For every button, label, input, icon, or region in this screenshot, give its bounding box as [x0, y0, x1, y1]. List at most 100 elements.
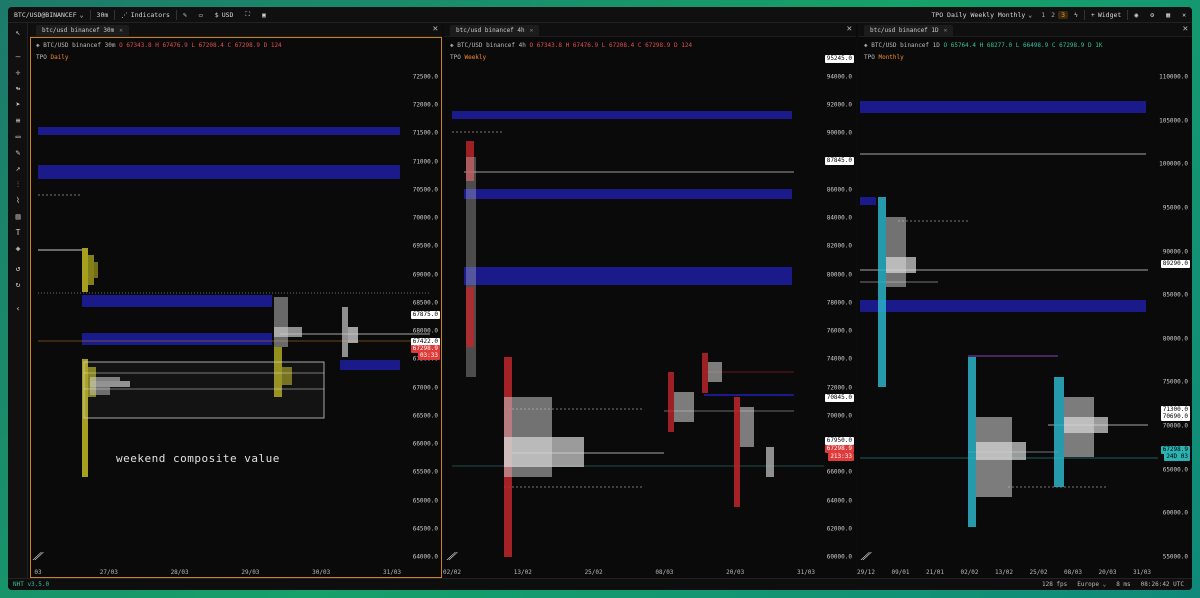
folder-button[interactable]: ▭: [193, 11, 209, 19]
layout-name: TPO Daily Weekly Monthly: [931, 10, 1026, 19]
y-tick-label: 90000.0: [1162, 248, 1188, 256]
close-icon[interactable]: ✕: [944, 27, 948, 34]
layout-2-button[interactable]: 2: [1048, 11, 1058, 19]
y-tick-label: 67000.0: [412, 384, 438, 392]
layout-selector[interactable]: TPO Daily Weekly Monthly ⌄: [925, 11, 1038, 19]
weekly-profile-4: [702, 353, 722, 393]
close-icon[interactable]: ✕: [119, 27, 123, 34]
layers-icon[interactable]: ◈: [12, 243, 24, 255]
undo-icon[interactable]: ↺: [12, 263, 24, 275]
panel-close-button[interactable]: ✕: [1183, 24, 1188, 34]
cursor-icon[interactable]: ↖: [12, 27, 24, 39]
y-tick-label: 75000.0: [1162, 378, 1188, 386]
text-icon[interactable]: T: [12, 227, 24, 239]
redo-icon[interactable]: ↻: [12, 279, 24, 291]
legend-ohlc: O 65764.4 H 68277.0 L 66498.9 C 67298.9 …: [943, 42, 1103, 49]
version-label: NHT v3.5.0: [13, 581, 50, 588]
arrow-icon[interactable]: ➤: [12, 99, 24, 111]
y-tick-label: 55000.0: [1162, 553, 1188, 561]
alerts-button[interactable]: ϟ: [1068, 11, 1084, 19]
save-button[interactable]: ▣: [256, 11, 272, 19]
value-area-band: [82, 333, 272, 345]
value-area-band: [464, 267, 792, 285]
y-tick-label: 76000.0: [826, 327, 852, 335]
legend-symbol: BTC/USD binancef 1D: [871, 42, 940, 49]
chart-canvas: [860, 101, 1158, 527]
annotation-text[interactable]: weekend composite value: [116, 452, 280, 465]
horizontal-line-icon[interactable]: —: [12, 51, 24, 63]
tab-btc-1d[interactable]: btc/usd binancef 1D ✕: [864, 25, 954, 36]
tab-label: btc/usd binancef 4h: [456, 27, 525, 34]
value-area-band: [340, 360, 400, 370]
cross-icon[interactable]: ✛: [12, 67, 24, 79]
x-tick-label: 20/03: [1098, 569, 1117, 576]
indicators-button[interactable]: ⋰ Indicators: [115, 11, 176, 19]
price-badge: 213:33: [828, 453, 854, 461]
layout-grid-button[interactable]: ▦: [1160, 11, 1176, 19]
price-badge: 24D 03: [1164, 453, 1190, 461]
price-badge: 70690.0: [1160, 413, 1190, 421]
add-widget-button[interactable]: + Widget: [1085, 11, 1127, 19]
x-tick-label: 29/12: [856, 569, 876, 576]
panel-close-button[interactable]: ✕: [847, 24, 852, 34]
window-close-button[interactable]: ✕: [1176, 11, 1192, 19]
chart-legend: ◈ BTC/USD binancef 30m O 67343.8 H 67476…: [36, 42, 282, 49]
value-area-band: [860, 197, 876, 205]
path-icon[interactable]: ↬: [12, 83, 24, 95]
y-tick-label: 60000.0: [826, 553, 852, 561]
weekend-composite-box: [83, 361, 325, 419]
trend-icon[interactable]: ↗: [12, 163, 24, 175]
rectangle-icon[interactable]: ▭: [12, 131, 24, 143]
chart-area[interactable]: ◈ BTC/USD binancef 1D O 65764.4 H 68277.…: [856, 37, 1192, 578]
panel-tabbar: btc/usd binancef 4h ✕ ✕: [444, 23, 856, 37]
y-tick-label: 78000.0: [826, 299, 852, 307]
y-axis: 110000.0 105000.0 100000.0 95000.0 90000.0 85…: [1154, 37, 1192, 578]
tab-btc-4h[interactable]: btc/usd binancef 4h ✕: [450, 25, 540, 36]
y-tick-label: 69000.0: [412, 271, 438, 279]
y-tick-label: 65000.0: [412, 497, 438, 505]
y-tick-label: 64000.0: [412, 553, 438, 561]
y-tick-label: 71500.0: [412, 129, 438, 137]
brush-icon[interactable]: ✎: [12, 147, 24, 159]
layout-3-button[interactable]: 3: [1058, 10, 1068, 19]
tab-btc-30m[interactable]: btc/usd binancef 30m ✕: [36, 25, 129, 36]
currency-button[interactable]: $ USD: [209, 11, 240, 19]
x-tick-label: 25/02: [584, 569, 603, 576]
layout-1-button[interactable]: 1: [1038, 11, 1048, 19]
interval-selector[interactable]: 30m: [91, 11, 115, 19]
fullscreen-button[interactable]: ⛶: [239, 10, 256, 19]
price-badge: 70845.0: [824, 394, 854, 402]
y-tick-label: 70000.0: [826, 412, 852, 420]
y-tick-label: 72000.0: [826, 384, 852, 392]
collapse-icon[interactable]: ‹: [12, 303, 24, 315]
value-area-band: [82, 295, 272, 307]
gear-icon: ⚙: [1150, 10, 1155, 19]
chart-legend: ◈ BTC/USD binancef 4h O 67343.8 H 67476.…: [450, 42, 692, 49]
parallel-lines-icon[interactable]: ≡: [12, 115, 24, 127]
latency-label: 8 ms: [1116, 581, 1131, 588]
price-badge: 87845.0: [824, 157, 854, 165]
daily-profile-4: [274, 297, 302, 347]
close-icon[interactable]: ✕: [530, 27, 534, 34]
y-tick-label: 65500.0: [412, 468, 438, 476]
x-tick-label: 08/03: [1063, 569, 1083, 576]
ruler-icon[interactable]: ⌇: [12, 195, 24, 207]
fib-icon[interactable]: ⫶: [12, 179, 24, 191]
panel-close-button[interactable]: ✕: [433, 24, 438, 34]
drawing-pen-button[interactable]: ✎: [177, 11, 193, 19]
settings-button[interactable]: ⚙: [1144, 11, 1160, 19]
tab-label: btc/usd binancef 1D: [870, 27, 939, 34]
x-tick-label: 30/03: [312, 569, 331, 576]
chart-area[interactable]: ◈ BTC/USD binancef 30m O 67343.8 H 67476…: [30, 37, 442, 578]
legend-ohlc: O 67343.8 H 67476.9 L 67208.4 C 67298.9 …: [529, 42, 693, 49]
region-selector[interactable]: Europe ⌄: [1077, 581, 1106, 588]
chart-area[interactable]: ◈ BTC/USD binancef 4h O 67343.8 H 67476.…: [443, 37, 856, 578]
symbol-selector[interactable]: BTC/USD@BINANCEF ⌄: [8, 11, 90, 19]
y-tick-label: 86000.0: [826, 186, 852, 194]
pen-icon: ✎: [182, 10, 187, 19]
top-toolbar: BTC/USD@BINANCEF ⌄ 30m ⋰ Indicators ✎ ▭ $ U…: [8, 7, 1192, 23]
bar-chart-icon[interactable]: ▥: [12, 211, 24, 223]
weekly-profile-6: [766, 447, 774, 477]
x-axis: 02/02 13/02 25/02 08/03 20/03 31/03: [443, 566, 818, 578]
screenshot-button[interactable]: ◉: [1128, 11, 1144, 19]
